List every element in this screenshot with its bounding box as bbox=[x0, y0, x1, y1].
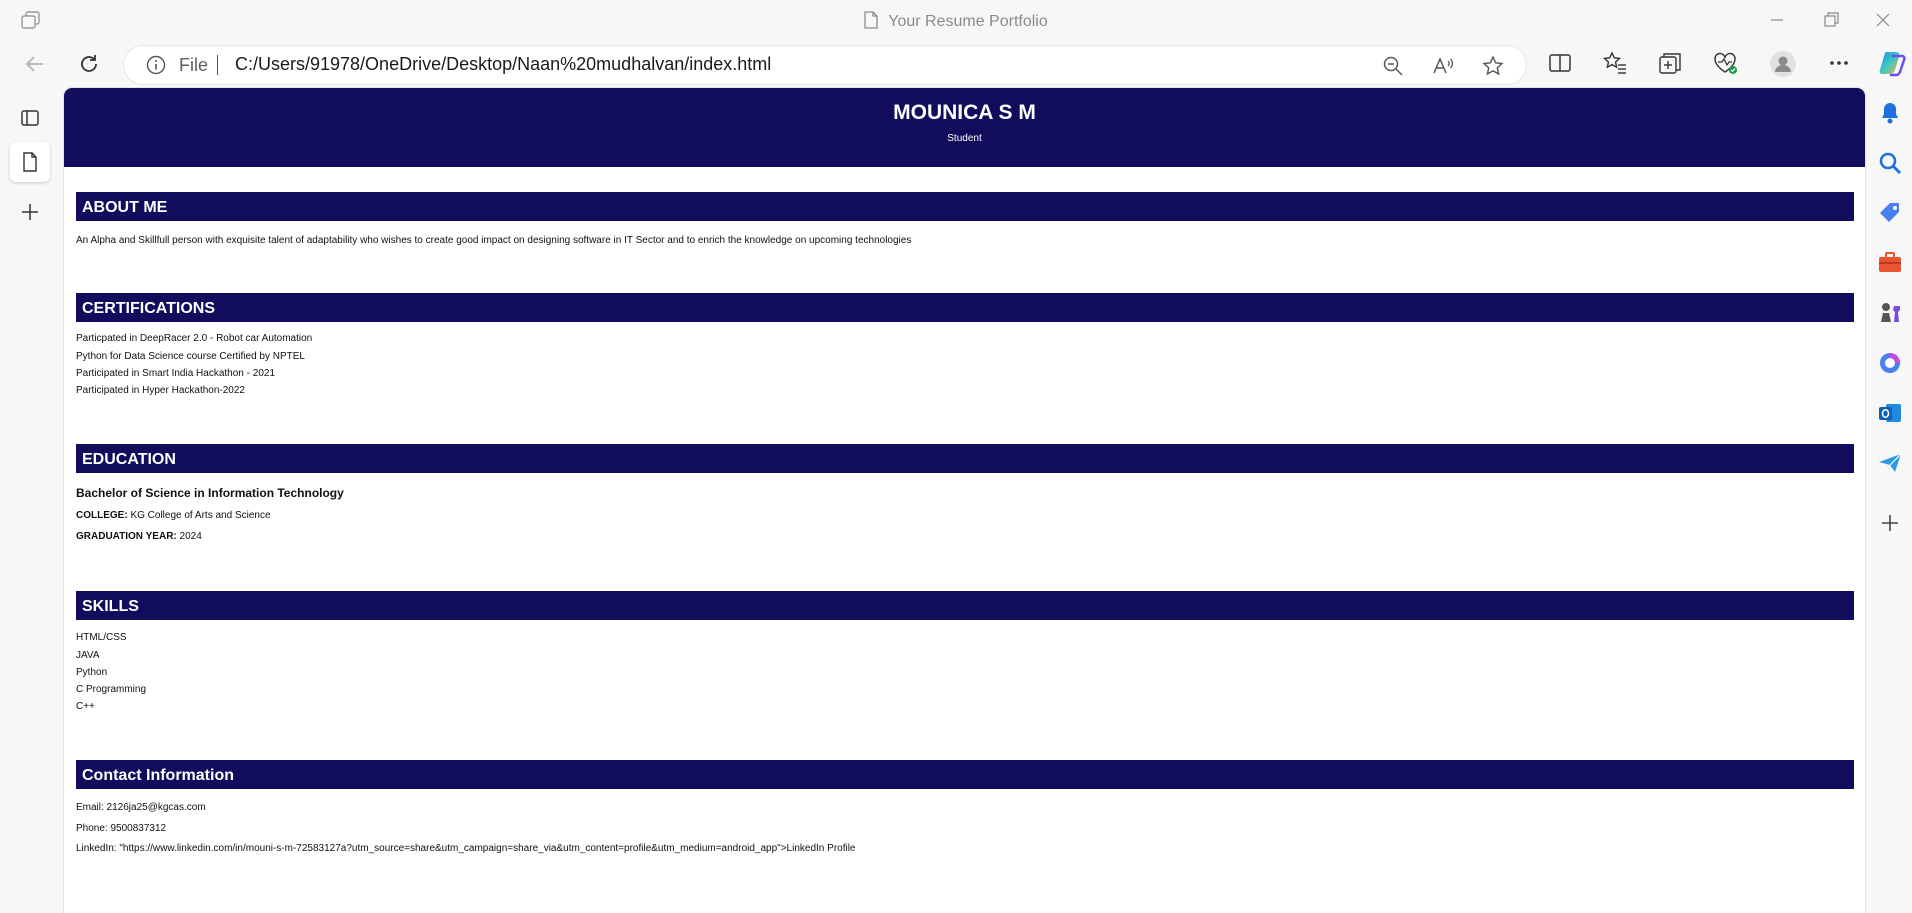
plus-icon bbox=[22, 204, 38, 220]
graduation-year-value: 2024 bbox=[179, 531, 202, 542]
profile-avatar[interactable] bbox=[1770, 51, 1796, 77]
window-title-text: Your Resume Portfolio bbox=[888, 13, 1048, 30]
address-separator bbox=[217, 55, 218, 75]
education-year: GRADUATION YEAR: 2024 bbox=[76, 531, 202, 542]
tab-actions-button[interactable] bbox=[10, 98, 50, 138]
window-title: Your Resume Portfolio bbox=[0, 11, 1912, 31]
tab-panel-icon bbox=[21, 110, 39, 126]
skill-item: HTML/CSS bbox=[76, 632, 127, 643]
search-icon[interactable] bbox=[1877, 150, 1903, 176]
document-icon bbox=[23, 152, 37, 172]
tab-resume-portfolio[interactable] bbox=[10, 142, 50, 182]
restore-icon[interactable] bbox=[1816, 8, 1846, 32]
college-value: KG College of Arts and Science bbox=[130, 510, 271, 521]
skills-heading: SKILLS bbox=[76, 591, 1854, 620]
url-text[interactable]: C:/Users/91978/OneDrive/Desktop/Naan%20m… bbox=[235, 54, 771, 75]
add-sidebar-app-icon[interactable] bbox=[1877, 510, 1903, 536]
about-heading: ABOUT ME bbox=[76, 192, 1854, 221]
certification-item: Particpated in DeepRacer 2.0 - Robot car… bbox=[76, 333, 313, 344]
outlook-icon[interactable] bbox=[1877, 400, 1903, 426]
split-screen-icon[interactable] bbox=[1547, 50, 1573, 76]
browser-essentials-icon[interactable] bbox=[1712, 50, 1738, 76]
bell-icon[interactable] bbox=[1877, 100, 1903, 126]
skill-item: Python bbox=[76, 667, 108, 678]
arrow-left-icon bbox=[25, 56, 43, 72]
close-icon[interactable] bbox=[1868, 8, 1898, 32]
back-button[interactable] bbox=[21, 50, 49, 78]
education-heading: EDUCATION bbox=[76, 444, 1854, 473]
document-icon bbox=[864, 11, 878, 29]
navigation-bar: File C:/Users/91978/OneDrive/Desktop/Naa… bbox=[0, 40, 1912, 88]
resume-role: Student bbox=[947, 133, 982, 144]
read-aloud-icon[interactable] bbox=[1432, 55, 1454, 77]
info-icon[interactable] bbox=[146, 55, 166, 75]
certifications-heading: CERTIFICATIONS bbox=[76, 293, 1854, 322]
refresh-icon bbox=[81, 55, 97, 72]
favorite-star-icon[interactable] bbox=[1482, 55, 1504, 77]
resume-name: MOUNICA S M bbox=[893, 101, 1036, 124]
send-plane-icon[interactable] bbox=[1877, 450, 1903, 476]
collections-icon[interactable] bbox=[1657, 50, 1683, 76]
page-viewport: MOUNICA S M Student ABOUT ME An Alpha an… bbox=[64, 88, 1865, 913]
refresh-button[interactable] bbox=[75, 50, 103, 78]
shopping-tag-icon[interactable] bbox=[1877, 200, 1903, 226]
contact-heading: Contact Information bbox=[76, 760, 1854, 789]
favorites-icon[interactable] bbox=[1602, 50, 1628, 76]
college-label: COLLEGE: bbox=[76, 510, 128, 521]
skill-item: JAVA bbox=[76, 650, 100, 661]
minimize-icon[interactable] bbox=[1762, 8, 1792, 32]
contact-phone: Phone: 9500837312 bbox=[76, 823, 167, 834]
contact-linkedin[interactable]: LinkedIn: "https://www.linkedin.com/in/m… bbox=[76, 843, 856, 854]
skill-item: C++ bbox=[76, 701, 95, 712]
contact-email: Email: 2126ja25@kgcas.com bbox=[76, 802, 206, 813]
zoom-out-icon[interactable] bbox=[1382, 55, 1404, 77]
skill-item: C Programming bbox=[76, 684, 147, 695]
user-icon bbox=[1775, 56, 1791, 72]
title-bar: Your Resume Portfolio bbox=[0, 0, 1912, 40]
education-college: COLLEGE: KG College of Arts and Science bbox=[76, 510, 271, 521]
scheme-label: File bbox=[179, 55, 209, 75]
about-text: An Alpha and Skillfull person with exqui… bbox=[76, 235, 912, 246]
education-degree: Bachelor of Science in Information Techn… bbox=[76, 486, 344, 500]
more-options-icon[interactable] bbox=[1826, 50, 1852, 76]
tools-briefcase-icon[interactable] bbox=[1877, 250, 1903, 276]
graduation-year-label: GRADUATION YEAR: bbox=[76, 531, 177, 542]
certification-item: Participated in Smart India Hackathon - … bbox=[76, 368, 275, 379]
microsoft-365-icon[interactable] bbox=[1877, 350, 1903, 376]
games-chess-icon[interactable] bbox=[1877, 300, 1903, 326]
right-sidebar bbox=[1866, 44, 1912, 913]
resume-header: MOUNICA S M Student bbox=[64, 88, 1865, 167]
vertical-tab-strip bbox=[0, 88, 62, 913]
certification-item: Participated in Hyper Hackathon-2022 bbox=[76, 385, 245, 396]
address-bar[interactable]: File C:/Users/91978/OneDrive/Desktop/Naa… bbox=[124, 46, 1526, 84]
certification-item: Python for Data Science course Certified… bbox=[76, 351, 305, 362]
new-tab-button[interactable] bbox=[10, 192, 50, 232]
